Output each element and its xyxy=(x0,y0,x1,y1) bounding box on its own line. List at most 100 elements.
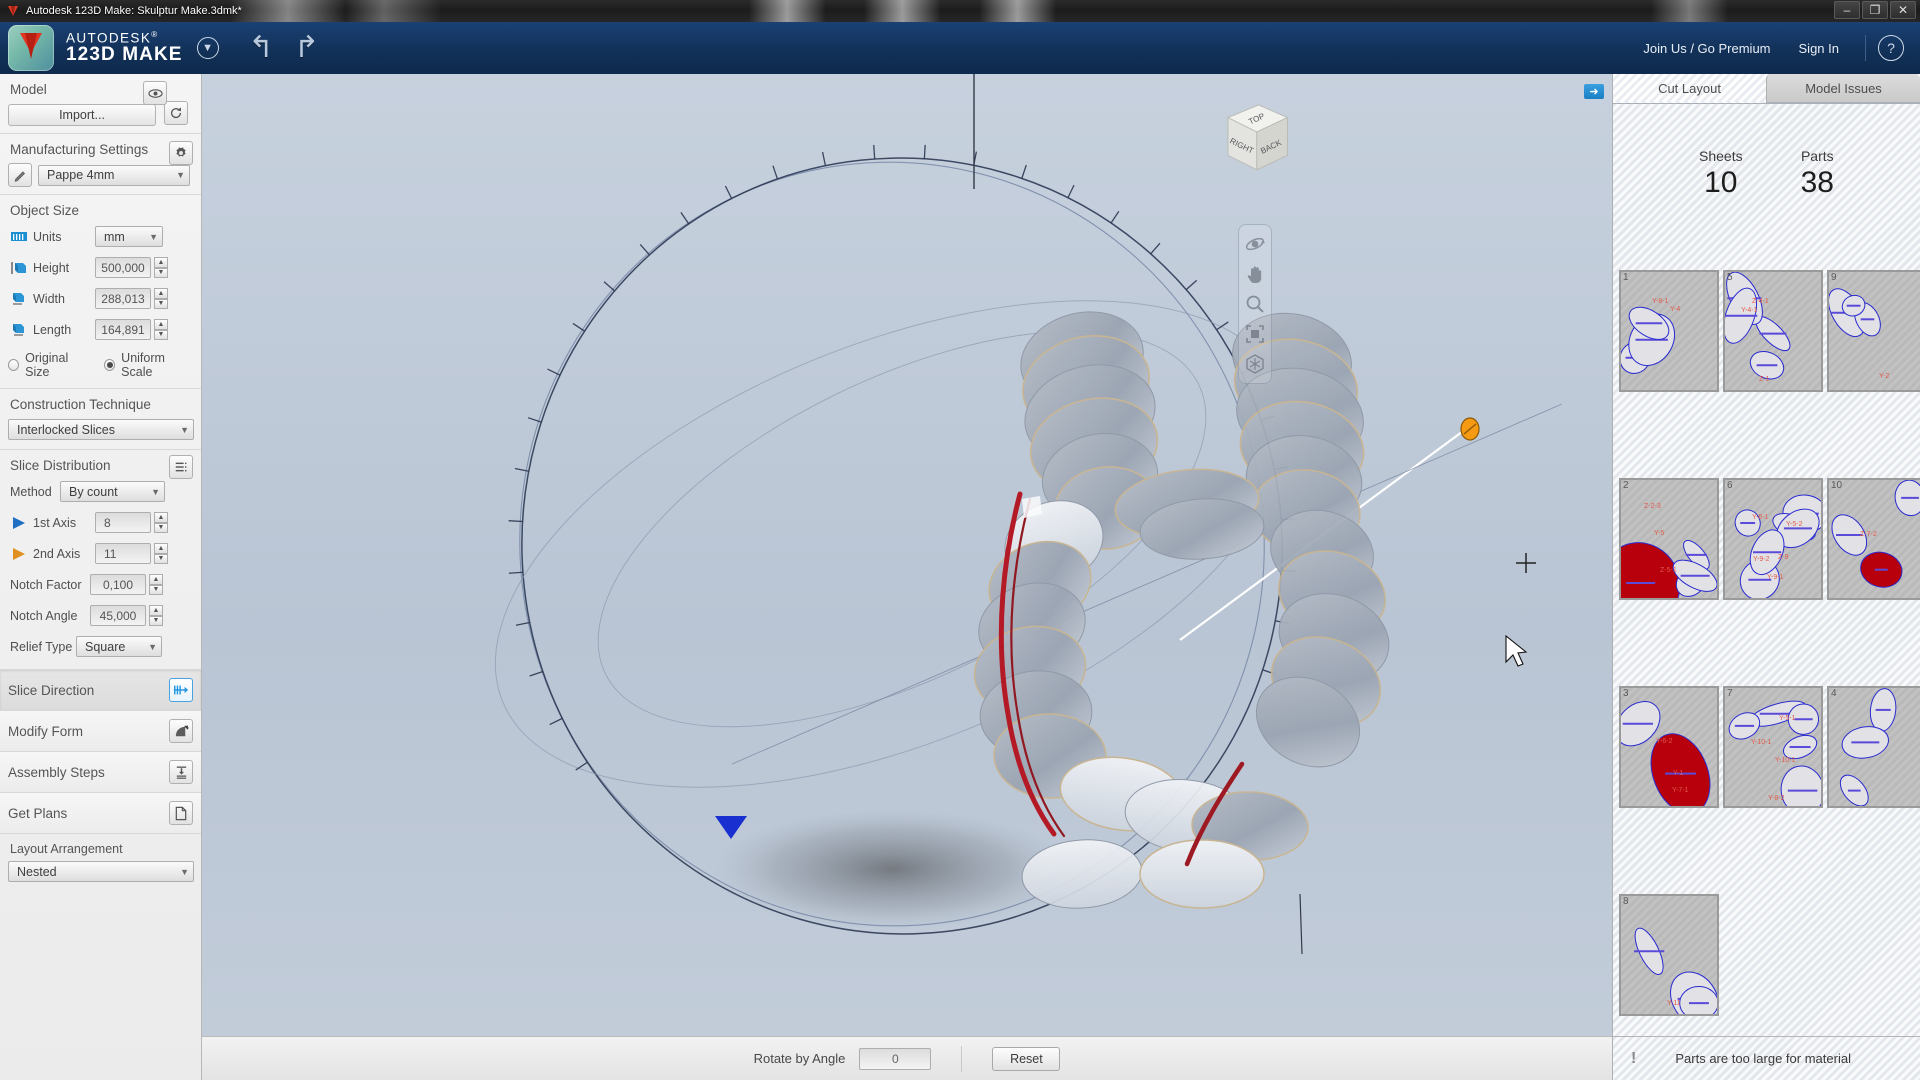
sheet-thumbnail[interactable]: Y-2 9 xyxy=(1827,270,1920,392)
stepper-up-icon[interactable]: ▲ xyxy=(149,605,163,616)
maximize-button[interactable]: ❐ xyxy=(1862,1,1888,19)
stepper-up-icon[interactable]: ▲ xyxy=(149,574,163,585)
tab-model-issues[interactable]: Model Issues xyxy=(1766,74,1920,103)
sheet-cell[interactable]: Y-10-1 Y-8-2 Y-5-1 Y-10-1 7 xyxy=(1723,682,1827,890)
sheet-thumbnail[interactable]: Y-6-2 Y-7-1 Y-1 3 xyxy=(1619,686,1719,808)
stepper-down-icon[interactable]: ▼ xyxy=(154,329,168,340)
navigation-cube[interactable]: TOP RIGHT BACK xyxy=(1210,96,1300,186)
stepper-down-icon[interactable]: ▼ xyxy=(154,553,168,564)
eye-icon[interactable] xyxy=(143,81,167,105)
construction-dropdown[interactable]: Interlocked Slices ▼ xyxy=(8,419,194,440)
pan-icon[interactable] xyxy=(1244,263,1266,285)
redo-arrow-icon[interactable]: ↰ xyxy=(294,31,319,64)
accordion-get-plans[interactable]: Get Plans xyxy=(0,793,201,834)
radio-original-size[interactable] xyxy=(8,359,20,371)
document-icon[interactable] xyxy=(169,801,193,825)
modify-form-icon[interactable] xyxy=(169,719,193,743)
stepper-up-icon[interactable]: ▲ xyxy=(154,319,168,330)
sheet-cell[interactable]: Z-1 Z-4-1 Y-4-1 5 xyxy=(1723,266,1827,474)
stepper-down-icon[interactable]: ▼ xyxy=(154,267,168,278)
panel-toggle-arrow-right-icon[interactable]: ➜ xyxy=(1584,84,1604,99)
fit-icon[interactable] xyxy=(1244,323,1266,345)
layout-arrangement-dropdown[interactable]: Nested ▼ xyxy=(8,861,194,882)
close-button[interactable]: ✕ xyxy=(1890,1,1916,19)
sheet-thumbnail-grid[interactable]: Y-8-1 Y-4 1 Z-1 Z-4-1 Y-4-1 5 Y-2 9 Z-5-1 Z-2-3 Y-5… xyxy=(1619,266,1920,1080)
slice-distribution-options-icon[interactable] xyxy=(169,455,193,479)
method-dropdown[interactable]: By count ▼ xyxy=(60,481,165,502)
radio-uniform-scale[interactable] xyxy=(104,359,116,371)
app-menu-chevron-down-icon[interactable]: ▼ xyxy=(196,37,219,59)
notch-angle-stepper[interactable]: ▲ ▼ xyxy=(149,605,163,626)
axis2-input[interactable]: 11 xyxy=(95,543,151,564)
sheet-number: 7 xyxy=(1727,688,1733,699)
undo-arrow-icon[interactable]: ↰ xyxy=(249,33,274,63)
sheet-thumbnail[interactable]: Y-9-2 Z-9 Y-6-1 Y-9-1 Y-5-2 6 xyxy=(1723,478,1823,600)
tab-cut-layout[interactable]: Cut Layout xyxy=(1613,74,1766,103)
sheet-thumbnail[interactable]: Z-5-1 Z-2-3 Y-5 2 xyxy=(1619,478,1719,600)
accordion-slice-direction[interactable]: Slice Direction xyxy=(0,670,201,711)
sheet-thumbnail[interactable]: Y-10-1 Y-8-2 Y-5-1 Y-10-1 7 xyxy=(1723,686,1823,808)
layout-arrangement-value: Nested xyxy=(17,864,57,879)
length-stepper[interactable]: ▲ ▼ xyxy=(154,319,168,340)
window-controls[interactable]: – ❐ ✕ xyxy=(1834,1,1916,19)
notch-angle-input[interactable]: 45,000 xyxy=(90,605,146,626)
gear-icon[interactable] xyxy=(169,141,193,165)
sheet-cell[interactable]: Z-5-1 Z-2-3 Y-5 2 xyxy=(1619,474,1723,682)
minimize-button[interactable]: – xyxy=(1834,1,1860,19)
sheet-cell[interactable]: Y-9-2 Z-9 Y-6-1 Y-9-1 Y-5-2 6 xyxy=(1723,474,1827,682)
length-input[interactable]: 164,891 xyxy=(95,319,151,340)
orbit-icon[interactable] xyxy=(1244,233,1266,255)
relief-type-dropdown[interactable]: Square ▼ xyxy=(76,636,162,657)
stepper-down-icon[interactable]: ▼ xyxy=(154,298,168,309)
reset-button[interactable]: Reset xyxy=(992,1046,1061,1071)
help-icon[interactable]: ? xyxy=(1878,35,1904,61)
stepper-up-icon[interactable]: ▲ xyxy=(154,288,168,299)
rotate-angle-input[interactable]: 0 xyxy=(859,1047,932,1070)
sheet-thumbnail[interactable]: Y-11 8 xyxy=(1619,894,1719,1016)
stepper-up-icon[interactable]: ▲ xyxy=(154,543,168,554)
sheet-cell[interactable]: Z-7-2 10 xyxy=(1827,474,1920,682)
sheet-cell[interactable]: Y-8-1 Y-4 1 xyxy=(1619,266,1723,474)
assembly-steps-icon[interactable] xyxy=(169,760,193,784)
sheet-thumbnail[interactable]: Y-8-1 Y-4 1 xyxy=(1619,270,1719,392)
sheet-thumbnail[interactable]: Z-1 Z-4-1 Y-4-1 5 xyxy=(1723,270,1823,392)
sphere-icon[interactable] xyxy=(1244,353,1266,375)
sheet-cell[interactable]: 4 xyxy=(1827,682,1920,890)
axis1-input[interactable]: 8 xyxy=(95,512,151,533)
units-dropdown[interactable]: mm ▼ xyxy=(95,226,163,247)
stepper-up-icon[interactable]: ▲ xyxy=(154,512,168,523)
width-stepper[interactable]: ▲ ▼ xyxy=(154,288,168,309)
3d-viewport[interactable]: TOP RIGHT BACK ➜ Rotate by Angle 0 Reset xyxy=(202,74,1612,1080)
width-input[interactable]: 288,013 xyxy=(95,288,151,309)
notch-factor-stepper[interactable]: ▲ ▼ xyxy=(149,574,163,595)
stepper-down-icon[interactable]: ▼ xyxy=(149,584,163,595)
accordion-assembly-steps[interactable]: Assembly Steps xyxy=(0,752,201,793)
height-input[interactable]: 500,000 xyxy=(95,257,151,278)
sheet-thumbnail[interactable]: 4 xyxy=(1827,686,1920,808)
sheet-cell[interactable]: Y-6-2 Y-7-1 Y-1 3 xyxy=(1619,682,1723,890)
join-premium-link[interactable]: Join Us / Go Premium xyxy=(1629,41,1784,56)
slice-distribution-title: Slice Distribution xyxy=(10,458,111,473)
sheet-number: 5 xyxy=(1727,272,1733,283)
zoom-icon[interactable] xyxy=(1244,293,1266,315)
import-button[interactable]: Import... xyxy=(8,104,156,126)
sign-in-link[interactable]: Sign In xyxy=(1785,41,1853,56)
sheet-cell[interactable]: Y-2 9 xyxy=(1827,266,1920,474)
stepper-down-icon[interactable]: ▼ xyxy=(149,615,163,626)
chevron-down-icon: ▼ xyxy=(148,641,157,652)
height-stepper[interactable]: ▲ ▼ xyxy=(154,257,168,278)
axis2-stepper[interactable]: ▲ ▼ xyxy=(154,543,168,564)
stepper-down-icon[interactable]: ▼ xyxy=(154,522,168,533)
navigation-toolbar[interactable] xyxy=(1238,224,1272,384)
3d-model-canvas[interactable] xyxy=(202,74,1612,1036)
notch-angle-label: Notch Angle xyxy=(10,608,78,623)
axis1-stepper[interactable]: ▲ ▼ xyxy=(154,512,168,533)
pencil-icon[interactable] xyxy=(8,163,32,187)
sheet-thumbnail[interactable]: Z-7-2 10 xyxy=(1827,478,1920,600)
stepper-up-icon[interactable]: ▲ xyxy=(154,257,168,268)
notch-factor-input[interactable]: 0,100 xyxy=(90,574,146,595)
accordion-modify-form[interactable]: Modify Form xyxy=(0,711,201,752)
material-dropdown[interactable]: Pappe 4mm ▼ xyxy=(38,164,190,186)
slice-direction-icon[interactable] xyxy=(169,678,193,702)
refresh-icon[interactable] xyxy=(164,101,188,125)
